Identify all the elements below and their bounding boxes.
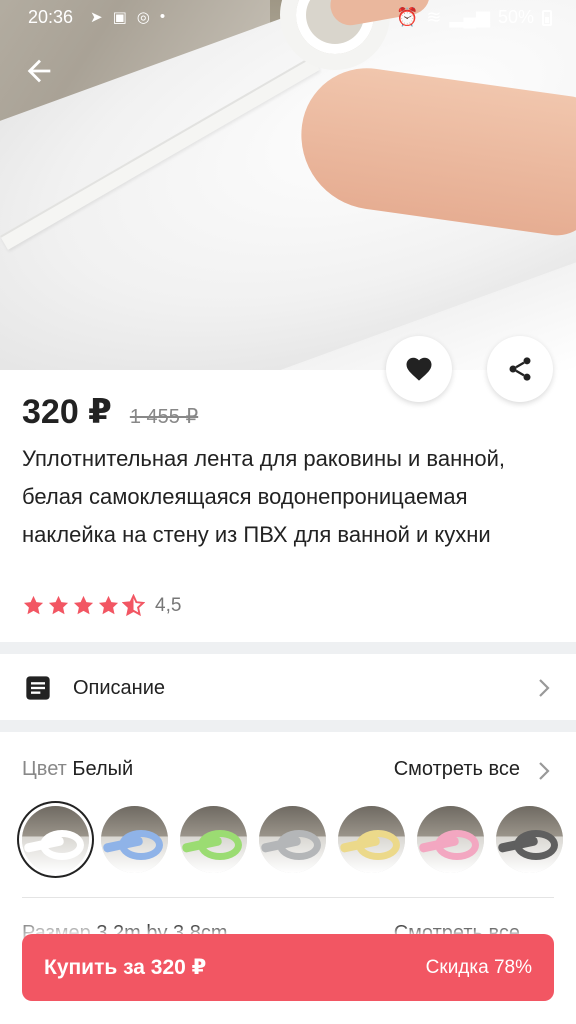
swatch-pink[interactable] <box>417 806 484 873</box>
buy-label: Купить за 320 ₽ <box>44 956 207 979</box>
star-icon <box>98 595 119 615</box>
system-icons: ⏰ ≋ ▂▄▆ 50% <box>396 7 552 28</box>
color-value: Белый <box>72 758 134 780</box>
buy-button[interactable]: Купить за 320 ₽ Скидка 78% <box>22 934 554 1001</box>
swatch-white[interactable] <box>22 806 89 873</box>
dot-icon: • <box>159 8 166 25</box>
rating[interactable]: 4,5 <box>22 594 181 617</box>
signal-icon: ▂▄▆ <box>449 7 490 27</box>
product-title: Уплотнительная лента для раковины и ванн… <box>22 446 506 547</box>
star-icon <box>48 595 69 615</box>
section-divider <box>0 642 576 654</box>
instagram-icon: ◎ <box>136 9 150 26</box>
gallery-icon: ▣ <box>112 9 127 26</box>
color-swatches <box>22 806 563 873</box>
status-time: 20:36 <box>28 7 74 27</box>
price-row: 320 ₽ 1 455 ₽ <box>22 392 198 432</box>
section-divider <box>0 720 576 732</box>
document-icon <box>26 676 50 700</box>
separator <box>22 897 554 898</box>
telegram-icon: ➤ <box>90 9 103 26</box>
product-image[interactable] <box>0 0 576 370</box>
star-icon <box>73 595 94 615</box>
battery-level: 50% <box>497 7 534 27</box>
chevron-right-icon[interactable] <box>538 761 550 781</box>
chevron-right-icon <box>539 679 550 697</box>
star-half-icon <box>122 594 145 617</box>
swatch-gray[interactable] <box>259 806 326 873</box>
current-price: 320 ₽ <box>22 393 112 431</box>
color-heading: Цвет Белый <box>22 758 133 781</box>
arrow-left-icon <box>27 59 51 83</box>
share-icon <box>509 357 531 381</box>
discount-label: Скидка 78% <box>425 956 532 978</box>
rating-value: 4,5 <box>155 594 182 616</box>
back-button[interactable] <box>22 54 58 90</box>
alarm-icon: ⏰ <box>396 7 419 27</box>
favorite-button[interactable] <box>386 336 452 402</box>
star-icon <box>23 595 44 615</box>
color-see-all-link[interactable]: Смотреть все <box>394 758 520 781</box>
status-bar: 20:36 ➤ ▣ ◎ • ⏰ ≋ ▂▄▆ 50% <box>0 0 576 34</box>
swatch-blue[interactable] <box>101 806 168 873</box>
share-button[interactable] <box>487 336 553 402</box>
notification-icons: ➤ ▣ ◎ • <box>90 8 165 26</box>
heart-icon <box>406 357 432 381</box>
swatch-yellow[interactable] <box>338 806 405 873</box>
swatch-green[interactable] <box>180 806 247 873</box>
product-page: 20:36 ➤ ▣ ◎ • ⏰ ≋ ▂▄▆ 50% 320 ₽ 1 455 ₽ … <box>0 0 576 1024</box>
color-label: Цвет <box>22 758 67 780</box>
wifi-icon: ≋ <box>426 7 442 27</box>
old-price: 1 455 ₽ <box>129 406 199 428</box>
description-label: Описание <box>73 677 166 699</box>
battery-icon <box>542 9 552 26</box>
description-row[interactable]: Описание <box>0 656 576 720</box>
swatch-dark-gray[interactable] <box>496 806 563 873</box>
